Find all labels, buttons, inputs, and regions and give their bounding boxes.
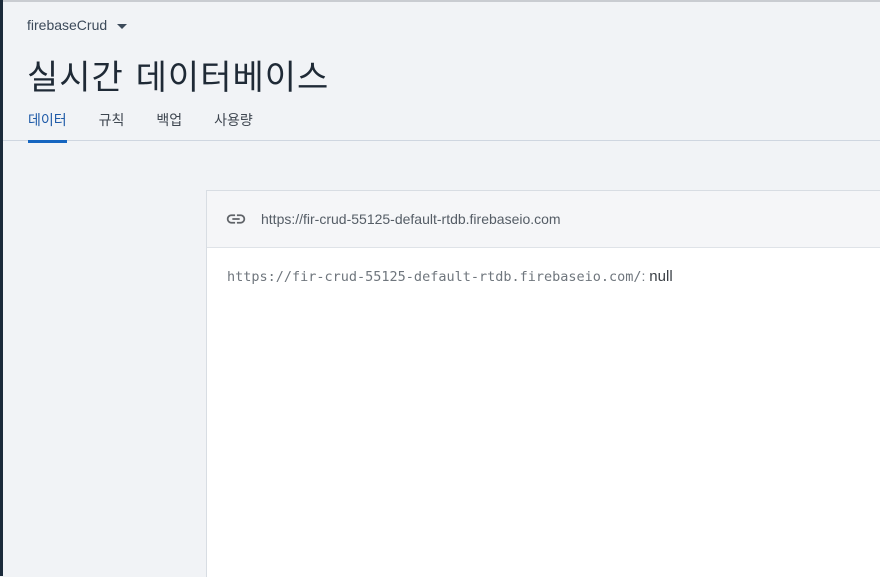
chevron-down-icon bbox=[117, 23, 128, 29]
root-value[interactable]: null bbox=[649, 268, 672, 285]
project-name: firebaseCrud bbox=[27, 17, 108, 33]
tab-rules[interactable]: 규칙 bbox=[99, 106, 125, 140]
page-header: firebaseCrud 실시간 데이터베이스 데이터 규칙 백업 사용량 bbox=[3, 2, 880, 143]
project-selector[interactable]: firebaseCrud bbox=[27, 17, 128, 33]
root-key[interactable]: https://fir-crud-55125-default-rtdb.fire… bbox=[227, 269, 642, 285]
data-panel: https://fir-crud-55125-default-rtdb.fire… bbox=[206, 190, 880, 577]
tab-bar: 데이터 규칙 백업 사용량 bbox=[28, 106, 285, 143]
data-tree-root[interactable]: https://fir-crud-55125-default-rtdb.fire… bbox=[207, 248, 880, 285]
tab-usage[interactable]: 사용량 bbox=[214, 106, 253, 140]
link-icon[interactable] bbox=[225, 208, 247, 230]
page-title: 실시간 데이터베이스 bbox=[27, 58, 330, 98]
database-url-bar: https://fir-crud-55125-default-rtdb.fire… bbox=[207, 191, 880, 248]
key-separator: : bbox=[641, 268, 646, 284]
tab-backups[interactable]: 백업 bbox=[156, 106, 182, 140]
tab-data[interactable]: 데이터 bbox=[28, 106, 67, 143]
database-url[interactable]: https://fir-crud-55125-default-rtdb.fire… bbox=[261, 211, 561, 227]
